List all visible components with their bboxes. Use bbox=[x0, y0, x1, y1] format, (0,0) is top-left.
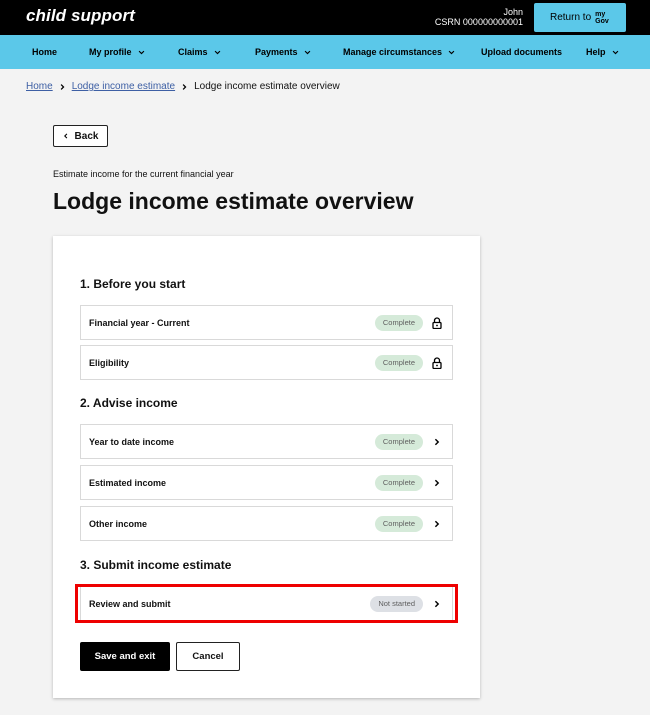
nav-item-label: Payments bbox=[255, 47, 298, 57]
chevron-right-icon bbox=[182, 83, 187, 90]
nav-item-label: Claims bbox=[178, 47, 208, 57]
task-label: Other income bbox=[89, 518, 148, 529]
chevron-down-icon bbox=[448, 50, 455, 54]
return-to-mygov-button[interactable]: Return to my Gov bbox=[534, 3, 626, 32]
main-nav: Home My profile Claims Payments Manage c… bbox=[0, 35, 650, 69]
user-info: John CSRN 000000000001 bbox=[435, 7, 523, 27]
top-bar: child support John CSRN 000000000001 Ret… bbox=[0, 0, 650, 35]
nav-item-manage-circumstances[interactable]: Manage circumstances bbox=[343, 35, 455, 69]
breadcrumb: Home Lodge income estimate Lodge income … bbox=[26, 81, 340, 92]
chevron-right-icon bbox=[60, 83, 65, 90]
chevron-right-icon bbox=[432, 477, 442, 489]
status-badge: Complete bbox=[374, 515, 423, 532]
breadcrumb-home-link[interactable]: Home bbox=[26, 81, 53, 92]
chevron-down-icon bbox=[138, 50, 144, 54]
task-label: Year to date income bbox=[89, 436, 175, 447]
section-title-submit-income-estimate: 3. Submit income estimate bbox=[80, 558, 232, 572]
nav-item-claims[interactable]: Claims bbox=[178, 35, 221, 69]
nav-item-home[interactable]: Home bbox=[32, 35, 57, 69]
nav-item-my-profile[interactable]: My profile bbox=[89, 35, 145, 69]
highlight-box bbox=[75, 584, 458, 623]
task-row-financial-year[interactable]: Financial year - Current Complete bbox=[80, 305, 453, 340]
task-label: Estimated income bbox=[89, 477, 167, 488]
lock-icon bbox=[432, 356, 442, 369]
status-badge: Complete bbox=[374, 354, 423, 371]
chevron-right-icon bbox=[432, 518, 442, 530]
page-subtitle: Estimate income for the current financia… bbox=[53, 169, 234, 179]
task-row-other-income[interactable]: Other income Complete bbox=[80, 506, 453, 541]
chevron-left-icon bbox=[63, 133, 67, 139]
status-badge: Complete bbox=[374, 433, 423, 450]
status-badge: Complete bbox=[374, 474, 423, 491]
section-title-advise-income: 2. Advise income bbox=[80, 396, 178, 410]
csrn-number: CSRN 000000000001 bbox=[434, 17, 523, 27]
task-label: Eligibility bbox=[89, 357, 130, 368]
task-label: Financial year - Current bbox=[89, 317, 190, 328]
brand-logo[interactable]: child support bbox=[26, 6, 135, 26]
chevron-right-icon bbox=[432, 436, 442, 448]
section-title-before-you-start: 1. Before you start bbox=[80, 277, 186, 291]
nav-item-payments[interactable]: Payments bbox=[255, 35, 311, 69]
breadcrumb-lodge-link[interactable]: Lodge income estimate bbox=[72, 81, 175, 92]
lock-icon bbox=[432, 316, 442, 329]
task-row-year-to-date-income[interactable]: Year to date income Complete bbox=[80, 424, 453, 459]
nav-item-upload-documents[interactable]: Upload documents bbox=[481, 35, 562, 69]
nav-item-label: Help bbox=[586, 47, 606, 57]
save-and-exit-button[interactable]: Save and exit bbox=[80, 642, 170, 671]
mygov-logo: my Gov bbox=[595, 10, 609, 25]
page-title: Lodge income estimate overview bbox=[53, 188, 414, 214]
breadcrumb-current: Lodge income estimate overview bbox=[194, 81, 340, 92]
chevron-down-icon bbox=[612, 50, 618, 54]
return-label: Return to bbox=[550, 12, 592, 23]
nav-item-label: Upload documents bbox=[481, 47, 563, 57]
task-row-eligibility[interactable]: Eligibility Complete bbox=[80, 345, 453, 380]
chevron-down-icon bbox=[214, 50, 220, 54]
back-label: Back bbox=[74, 130, 99, 142]
task-row-estimated-income[interactable]: Estimated income Complete bbox=[80, 465, 453, 500]
back-button[interactable]: Back bbox=[53, 125, 108, 147]
nav-item-label: My profile bbox=[89, 47, 132, 57]
status-badge: Complete bbox=[374, 314, 423, 331]
nav-item-label: Home bbox=[32, 47, 58, 57]
cancel-button[interactable]: Cancel bbox=[176, 642, 240, 671]
user-name: John bbox=[503, 7, 523, 17]
chevron-down-icon bbox=[304, 50, 310, 54]
nav-item-label: Manage circumstances bbox=[343, 47, 443, 57]
nav-item-help[interactable]: Help bbox=[586, 35, 619, 69]
